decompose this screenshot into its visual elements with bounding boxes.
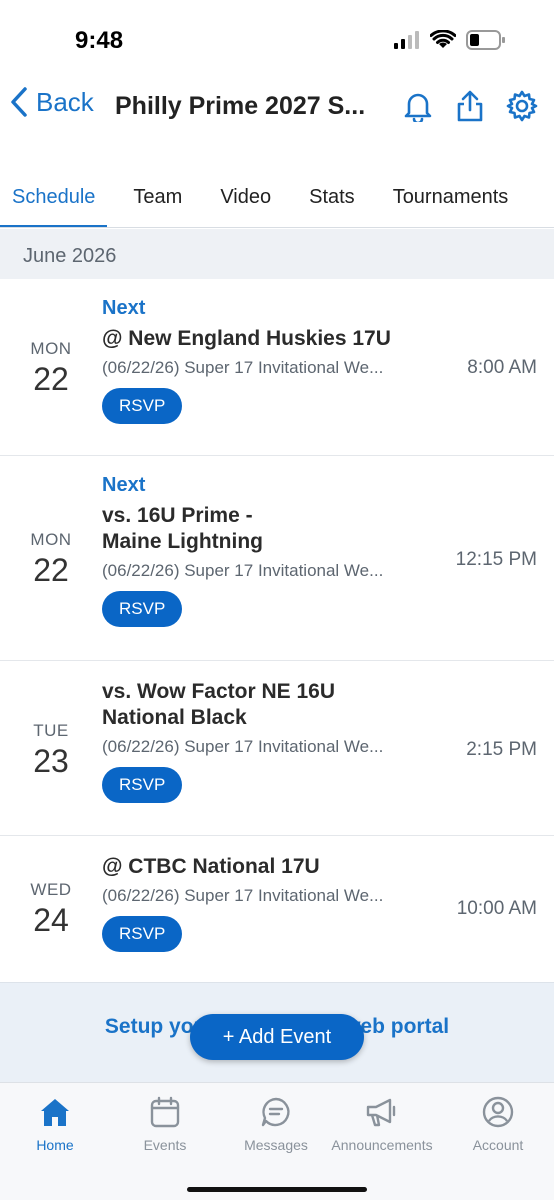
tab-stats[interactable]: Stats (297, 170, 367, 227)
chevron-left-icon (11, 87, 27, 117)
tabbar-label: Messages (244, 1137, 308, 1153)
next-label: Next (102, 474, 146, 496)
event-day: 22 (33, 552, 69, 588)
event-date: TUE 23 (0, 721, 102, 780)
tabbar-home[interactable]: Home (0, 1095, 110, 1153)
event-dow: WED (30, 880, 72, 899)
signal-icon (394, 31, 419, 49)
event-subtitle: (06/22/26) Super 17 Invitational We... (102, 561, 384, 580)
top-tabs: Schedule Team Video Stats Tournaments (0, 170, 554, 228)
chat-icon (261, 1097, 290, 1127)
event-time: 10:00 AM (456, 898, 537, 919)
event-list: MON 22 Next @ New England Huskies 17U (0… (0, 279, 554, 982)
nav-bar: Back Philly Prime 2027 S... (0, 80, 554, 140)
back-label: Back (36, 86, 94, 117)
event-info: @ CTBC National 17U (06/22/26) Super 17 … (102, 854, 432, 952)
event-time: 2:15 PM (466, 739, 537, 760)
rsvp-button[interactable]: RSVP (102, 591, 183, 627)
status-icons (394, 30, 506, 50)
settings-button[interactable] (504, 86, 540, 126)
tabbar-account[interactable]: Account (443, 1095, 553, 1153)
next-label: Next (102, 297, 146, 319)
event-date: WED 24 (0, 880, 102, 939)
gear-icon (506, 90, 538, 122)
tab-schedule[interactable]: Schedule (0, 170, 108, 227)
event-day: 24 (33, 902, 69, 938)
tab-team[interactable]: Team (121, 170, 194, 227)
tabbar-label: Announcements (331, 1137, 433, 1153)
wifi-icon (430, 30, 456, 48)
event-date: MON 22 (0, 530, 102, 589)
event-time: 8:00 AM (467, 357, 537, 378)
event-subtitle: (06/22/26) Super 17 Invitational We... (102, 358, 384, 377)
event-opponent: @ New England Huskies 17U (102, 327, 391, 350)
tabbar-announcements[interactable]: Announcements (327, 1095, 437, 1153)
tabbar-messages[interactable]: Messages (221, 1095, 331, 1153)
share-button[interactable] (452, 86, 488, 126)
event-opponent: @ CTBC National 17U (102, 855, 320, 878)
share-icon (457, 90, 483, 122)
home-indicator (187, 1187, 367, 1192)
page-title: Philly Prime 2027 S... (115, 92, 366, 120)
event-dow: MON (30, 530, 72, 549)
rsvp-button[interactable]: RSVP (102, 916, 183, 952)
tab-video[interactable]: Video (208, 170, 283, 227)
tabbar-label: Events (143, 1137, 187, 1153)
status-bar: 9:48 (0, 0, 554, 80)
rsvp-button[interactable]: RSVP (102, 388, 183, 424)
add-event-button[interactable]: + Add Event (190, 1014, 364, 1060)
event-subtitle: (06/22/26) Super 17 Invitational We... (102, 886, 384, 905)
status-time: 9:48 (75, 27, 124, 54)
calendar-icon (150, 1096, 180, 1128)
home-icon (41, 1099, 69, 1126)
event-opponent: vs. 16U Prime - Maine Lightning (102, 504, 263, 553)
bottom-tab-bar: Home Events Messages Announcements Accou… (0, 1082, 554, 1200)
event-opponent: vs. Wow Factor NE 16U National Black (102, 680, 336, 729)
month-header: June 2026 (0, 229, 554, 279)
event-day: 22 (33, 361, 69, 397)
event-info: Next @ New England Huskies 17U (06/22/26… (102, 297, 432, 424)
event-dow: MON (30, 339, 72, 358)
event-info: vs. Wow Factor NE 16U National Black (06… (102, 679, 432, 803)
megaphone-icon (366, 1098, 396, 1127)
tabbar-label: Home (36, 1137, 74, 1153)
event-dow: TUE (33, 721, 69, 740)
tab-tournaments[interactable]: Tournaments (381, 170, 521, 227)
battery-icon (466, 30, 505, 50)
rsvp-button[interactable]: RSVP (102, 767, 183, 803)
event-date: MON 22 (0, 339, 102, 398)
event-row[interactable]: WED 24 @ CTBC National 17U (06/22/26) Su… (0, 836, 554, 982)
tabbar-label: Account (472, 1137, 524, 1153)
notifications-button[interactable] (400, 86, 436, 126)
event-info: Next vs. 16U Prime - Maine Lightning (06… (102, 474, 384, 627)
event-subtitle: (06/22/26) Super 17 Invitational We... (102, 737, 384, 756)
nav-actions (400, 86, 540, 126)
event-row[interactable]: MON 22 Next @ New England Huskies 17U (0… (0, 279, 554, 456)
event-day: 23 (33, 743, 69, 779)
tabbar-events[interactable]: Events (110, 1095, 220, 1153)
event-row[interactable]: TUE 23 vs. Wow Factor NE 16U National Bl… (0, 661, 554, 836)
bell-icon (404, 93, 432, 122)
back-button[interactable]: Back (10, 86, 94, 118)
event-time: 12:15 PM (455, 549, 537, 570)
event-row[interactable]: MON 22 Next vs. 16U Prime - Maine Lightn… (0, 456, 554, 661)
user-icon (482, 1096, 514, 1128)
